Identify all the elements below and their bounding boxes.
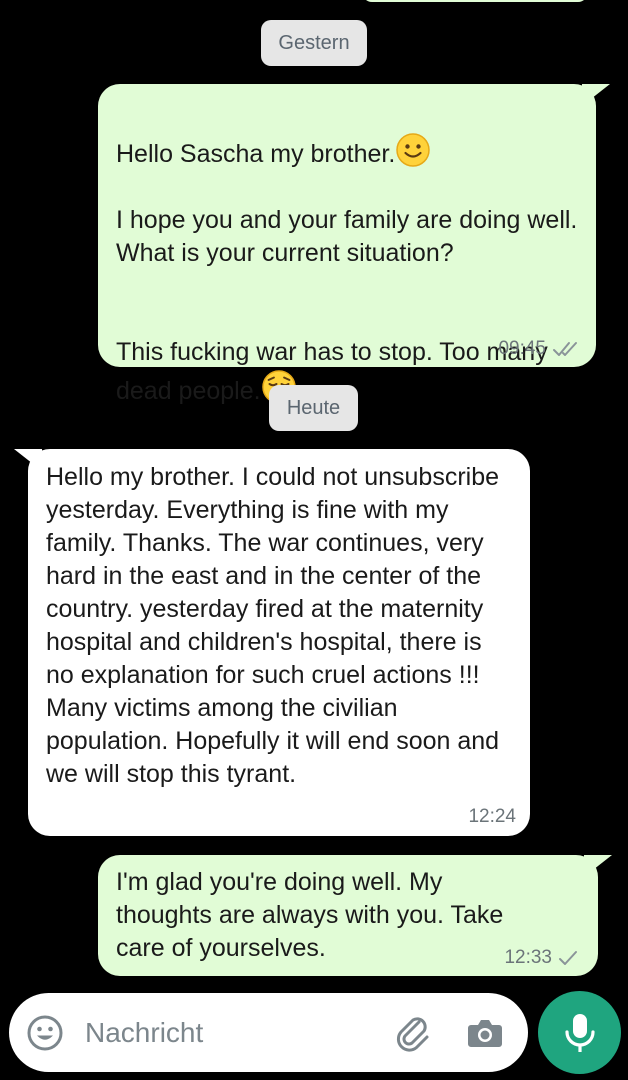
bubble-tail (14, 449, 42, 471)
message-bubble-outgoing[interactable]: Hello Sascha my brother. I hope you and … (98, 84, 610, 405)
message-time: 12:24 (468, 806, 516, 827)
chat-screen: Gestern Hello Sascha my brother. I hope … (0, 0, 628, 1080)
message-time: 09:45 (498, 338, 546, 359)
double-check-icon (553, 342, 577, 356)
message-meta: 09:45 (498, 338, 582, 360)
message-meta: 12:33 (504, 947, 578, 969)
message-bubble-incoming[interactable]: Hello my brother. I could not unsubscrib… (14, 449, 530, 836)
previous-message-edge (362, 0, 588, 2)
slightly-smiling-face-icon (396, 133, 431, 167)
bubble-tail (584, 855, 612, 877)
message-time: 12:33 (504, 947, 552, 968)
bubble-tail (582, 84, 610, 106)
message-meta: 12:24 (468, 806, 516, 828)
date-separator-today: Heute (269, 385, 358, 431)
message-text: I hope you and your family are doing wel… (116, 206, 578, 267)
single-check-icon (559, 951, 577, 965)
paperclip-icon[interactable] (391, 1011, 433, 1053)
message-text: Hello my brother. I could not unsubscrib… (46, 463, 500, 788)
date-separator-yesterday: Gestern (261, 20, 367, 66)
message-text: Hello Sascha my brother. (116, 99, 578, 171)
microphone-icon (565, 1014, 595, 1052)
message-text: I'm glad you're doing well. My thoughts … (116, 868, 504, 962)
camera-icon[interactable] (465, 1013, 505, 1053)
emoji-icon[interactable] (25, 1013, 65, 1053)
message-bubble-outgoing[interactable]: I'm glad you're doing well. My thoughts … (98, 855, 612, 976)
message-composer: Nachricht (9, 993, 528, 1072)
message-paragraph: Hello Sascha my brother. (116, 140, 396, 168)
message-input[interactable]: Nachricht (85, 993, 375, 1072)
microphone-button[interactable] (538, 991, 621, 1074)
